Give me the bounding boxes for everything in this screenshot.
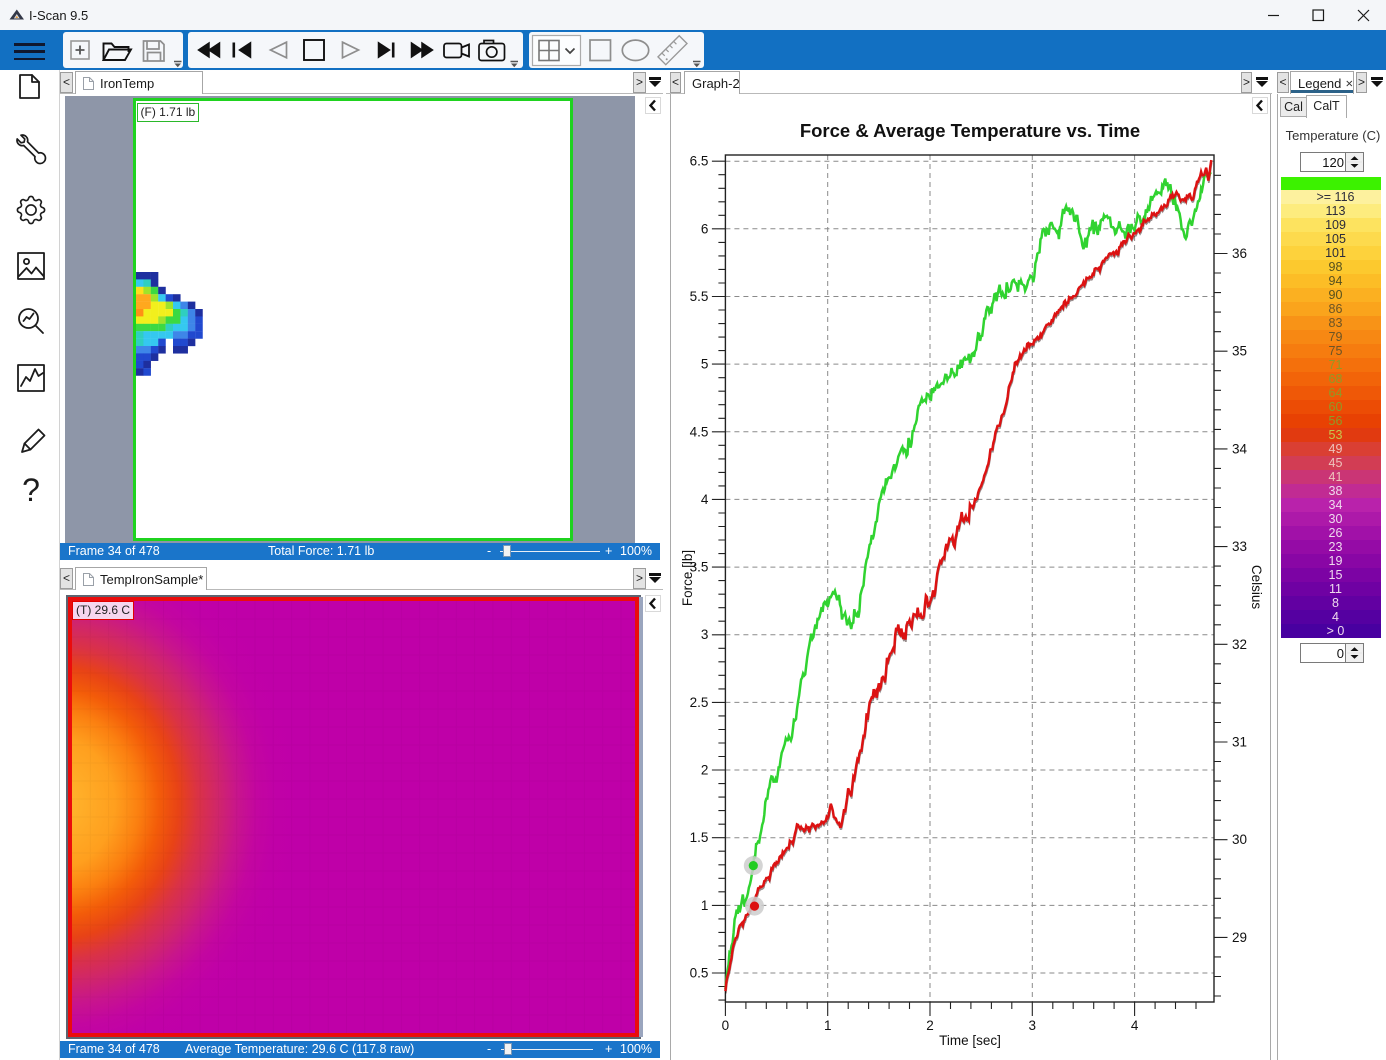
svg-text:3: 3: [1029, 1018, 1037, 1033]
svg-text:0.5: 0.5: [690, 966, 709, 981]
svg-text:29: 29: [1232, 930, 1247, 945]
svg-text:0: 0: [722, 1018, 730, 1033]
svg-text:2.5: 2.5: [690, 695, 709, 710]
svg-text:6: 6: [701, 221, 709, 236]
svg-text:Force & Average Temperature vs: Force & Average Temperature vs. Time: [800, 120, 1140, 141]
svg-text:32: 32: [1232, 637, 1247, 652]
svg-text:1: 1: [701, 898, 709, 913]
svg-text:30: 30: [1232, 832, 1247, 847]
svg-text:4.5: 4.5: [690, 424, 709, 439]
svg-text:4: 4: [1131, 1018, 1139, 1033]
svg-text:34: 34: [1232, 441, 1248, 456]
svg-text:2: 2: [926, 1018, 934, 1033]
svg-text:2: 2: [701, 763, 709, 778]
svg-text:33: 33: [1232, 539, 1247, 554]
svg-text:1: 1: [824, 1018, 832, 1033]
svg-text:4: 4: [701, 492, 709, 507]
svg-text:31: 31: [1232, 735, 1247, 750]
svg-text:36: 36: [1232, 246, 1247, 261]
svg-text:1.5: 1.5: [690, 830, 709, 845]
svg-text:Time [sec]: Time [sec]: [939, 1033, 1001, 1048]
svg-text:Celsius: Celsius: [1249, 565, 1264, 610]
svg-text:35: 35: [1232, 344, 1247, 359]
svg-text:6.5: 6.5: [690, 154, 709, 169]
svg-text:5: 5: [701, 357, 709, 372]
svg-text:5.5: 5.5: [690, 289, 709, 304]
svg-text:3: 3: [701, 627, 709, 642]
svg-text:Force [lb]: Force [lb]: [680, 550, 695, 606]
